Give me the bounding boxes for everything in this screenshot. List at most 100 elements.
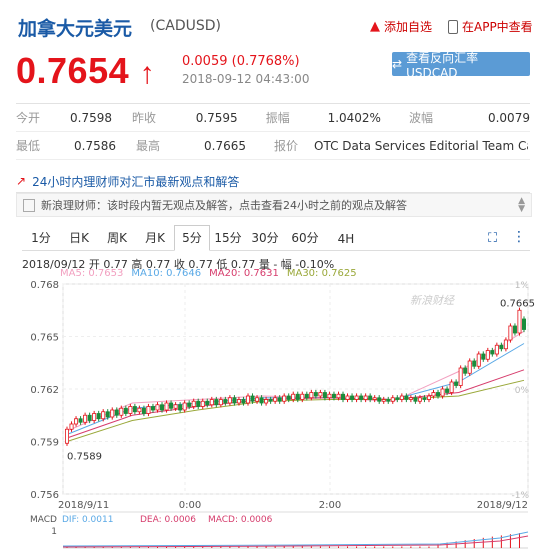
tab-3[interactable]: 月K [136,229,174,250]
candle-body [341,393,346,400]
stats-table: 今开 0.7598 昨收 0.7595 振幅 1.0402% 波幅 0.0079… [16,103,530,160]
add-watch-button[interactable]: ▲ 添加自选 [370,18,432,35]
news-item[interactable]: 新浪理财师：该时段内暂无观点及解答，点击查看24小时之前的观点及解答 ▲ ▼ [16,193,532,217]
reverse-rate-label: 查看反向汇率 USDCAD [406,50,479,80]
candle-body [417,397,422,402]
stat-label: 振幅 [265,111,290,125]
tab-2[interactable]: 周K [98,229,136,250]
candle-body [96,413,101,420]
candle-body [241,399,246,404]
watermark: 新浪财经 [410,294,455,307]
candle-body [259,397,264,404]
candle-body [381,399,386,402]
candle-body [119,407,124,416]
x-tick-label: 2018/9/11 [58,500,109,511]
candle-body [354,395,359,400]
candle-body [277,397,282,402]
candle-body [286,395,291,400]
candle-body [92,413,97,421]
candle-body [445,388,450,393]
candle-body [454,381,459,386]
candle-body [214,399,219,406]
macd-value: MACD: 0.0006 [208,515,273,525]
scroll-arrows-icon[interactable]: ▲ ▼ [518,197,525,214]
reverse-rate-button[interactable]: ⇄ 查看反向汇率 USDCAD [392,51,530,80]
tab-5[interactable]: 15分 [210,229,246,250]
candle-body [395,397,400,400]
candle-body [476,353,481,367]
candle-body [522,318,527,330]
candlestick-chart[interactable]: 0.768 1%0.7650.762 0%0.7590.756 -1%2018/9/1… [0,276,550,553]
stats-row: 今开 0.7598 昨收 0.7595 振幅 1.0402% 波幅 0.0079 [16,104,530,132]
candle-body [132,406,137,413]
candle-body [250,395,255,402]
stat-value: 0.7598 [70,110,113,125]
candle-body [69,423,74,430]
candle-body [426,395,431,400]
candle-body [169,402,174,409]
macd-label: MACD [30,515,57,525]
app-view-button[interactable]: 在APP中查看 [448,18,533,35]
candle-body [313,392,318,397]
candle-body [512,325,517,334]
stat-label: 最低 [16,139,41,153]
y-tick-label: 0.762 [30,385,59,396]
candle-body [150,406,155,411]
candle-body [467,360,472,374]
chat-icon: ↗ [16,174,27,188]
news-heading-label: 24小时内理财师对汇市最新观点和解答 [32,174,240,189]
more-options-icon[interactable]: ⋮ [512,229,526,245]
app-view-label: 在APP中查看 [462,20,533,34]
low-annotation: 0.7589 [67,451,102,462]
candle-body [408,397,413,400]
candle-body [282,395,287,402]
tab-1[interactable]: 日K [60,229,98,250]
candle-body [503,339,508,350]
candle-body [359,395,364,400]
candle-body [350,395,355,400]
tab-6[interactable]: 30分 [246,229,284,250]
high-annotation: 0.7665 [500,298,535,309]
ma-line-MA20 [66,369,525,439]
candle-body [209,399,214,406]
candle-body [123,407,128,414]
candle-body [508,325,513,341]
candle-body [422,397,427,400]
candle-body [436,392,441,397]
candle-body [472,360,477,367]
stat-value: OTC Data Services Editorial Team Calc... [314,138,528,153]
candle-body [481,353,486,360]
candle-body [517,309,522,334]
news-heading[interactable]: ↗ 24小时内理财师对汇市最新观点和解答 [16,170,530,193]
stat-label: 报价 [274,139,299,153]
tab-7[interactable]: 60分 [284,229,326,250]
currency-code: (CADUSD) [150,18,221,34]
fullscreen-icon[interactable]: ⛶ [488,231,497,246]
y-tick-label: 0.768 [30,280,59,291]
stat-label: 今开 [16,111,41,125]
tab-8[interactable]: 4H [326,232,366,250]
tab-4[interactable]: 5分 [174,225,210,251]
candle-body [363,395,368,400]
candle-body [205,400,210,406]
candle-body [304,393,309,399]
candle-body [318,392,323,397]
doc-icon [23,198,35,212]
candle-body [245,395,250,404]
candle-body [218,399,223,406]
candle-body [155,404,160,411]
candle-body [449,381,454,393]
candle-body [128,406,133,414]
plot-frame [62,283,529,495]
candle-body [485,350,490,360]
candle-body [264,399,269,404]
candle-body [74,418,79,425]
macd-dea: DEA: 0.0006 [140,515,196,525]
tab-0[interactable]: 1分 [22,229,60,250]
candle-body [372,397,377,400]
candle-body [390,397,395,402]
candle-body [200,400,205,407]
candle-body [327,393,332,399]
candle-body [187,402,192,407]
candle-body [196,400,201,407]
